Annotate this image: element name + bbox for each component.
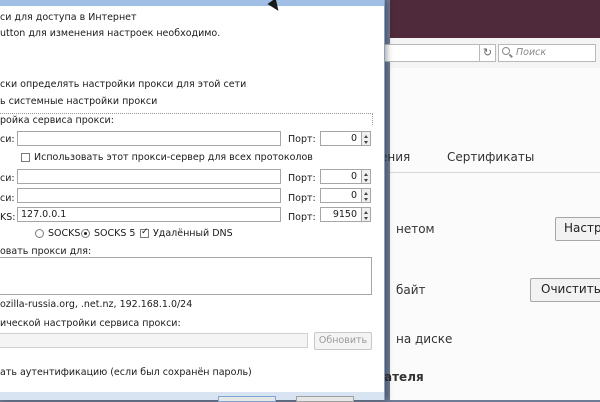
remote-dns-label[interactable]: Удалённый DNS xyxy=(153,228,233,239)
ssl-proxy-label: си: xyxy=(0,173,15,184)
manual-proxy-label[interactable]: ройка сервиса прокси: xyxy=(0,115,114,126)
no-proxy-textarea[interactable] xyxy=(0,257,372,295)
connection-description: нетом xyxy=(396,222,435,236)
browser-toolbar: ↻ Поиск xyxy=(384,38,600,69)
socks-host-input[interactable]: 127.0.0.1 xyxy=(17,207,281,222)
network-settings-button[interactable]: Настро xyxy=(555,217,600,241)
auto-config-url-input[interactable] xyxy=(0,333,308,348)
proxy-access-heading: си для доступа в Интернет xyxy=(0,12,137,23)
auto-detect-option[interactable]: ски определять настройки прокси для этой… xyxy=(0,79,246,90)
no-proxy-label: овать прокси для: xyxy=(0,246,92,257)
http-port-input[interactable]: 0 xyxy=(320,131,362,146)
reload-button[interactable]: ↻ xyxy=(480,44,496,62)
browser-window: ↻ Поиск ения Сертификаты нетом Настро ба… xyxy=(380,0,600,400)
url-bar[interactable] xyxy=(384,44,480,62)
ssl-proxy-input[interactable] xyxy=(17,169,281,184)
socks5-label[interactable]: SOCKS 5 xyxy=(94,228,135,239)
ssl-port-input[interactable]: 0 xyxy=(320,169,362,184)
ftp-port-spinner[interactable] xyxy=(362,188,371,203)
http-port-label: Порт: xyxy=(288,134,316,145)
system-proxy-option[interactable]: ь системные настройки прокси xyxy=(0,96,157,107)
ok-button[interactable] xyxy=(218,396,276,402)
cancel-button[interactable] xyxy=(296,396,354,402)
auto-config-label[interactable]: ической настройки сервиса прокси: xyxy=(0,318,181,329)
offline-storage-text: на диске xyxy=(396,332,453,346)
reload-icon: ↻ xyxy=(482,46,493,59)
proxy-hint-text: utton для изменения настроек необходимо. xyxy=(0,28,221,39)
tab-certificates[interactable]: Сертификаты xyxy=(447,150,534,164)
remote-dns-checkbox[interactable] xyxy=(140,227,149,238)
use-for-all-label[interactable]: Использовать этот прокси-сервер для всех… xyxy=(34,152,313,163)
socks-port-spinner[interactable] xyxy=(362,207,371,222)
dialog-titlebar xyxy=(0,0,384,6)
clear-cache-button[interactable]: Очистить се xyxy=(530,278,600,302)
ftp-port-input[interactable]: 0 xyxy=(320,188,362,203)
refresh-button[interactable]: Обновить xyxy=(314,332,372,350)
search-icon xyxy=(502,47,510,55)
http-proxy-input[interactable] xyxy=(17,131,281,146)
no-proxy-example: ozilla-russia.org, .net.nz, 192.168.1.0/… xyxy=(0,299,193,310)
socks-port-label: Порт: xyxy=(288,212,316,223)
ssl-port-spinner[interactable] xyxy=(362,169,371,184)
no-auth-prompt-label[interactable]: ать аутентификацию (если был сохранён па… xyxy=(0,367,252,378)
use-for-all-checkbox[interactable] xyxy=(21,153,30,162)
browser-titlebar xyxy=(390,0,600,38)
user-section-heading: ателя xyxy=(384,370,424,384)
socks5-radio[interactable] xyxy=(81,229,90,238)
socks-host-label: KS: xyxy=(0,212,16,223)
ftp-proxy-input[interactable] xyxy=(17,188,281,203)
socks4-radio[interactable] xyxy=(35,229,44,238)
cache-size-text: байт xyxy=(396,283,426,297)
search-placeholder: Поиск xyxy=(516,47,547,58)
ssl-port-label: Порт: xyxy=(288,173,316,184)
tab-divider xyxy=(390,172,600,173)
search-input[interactable]: Поиск xyxy=(498,44,596,62)
ftp-proxy-label: си: xyxy=(0,193,15,204)
http-port-spinner[interactable] xyxy=(362,131,371,146)
ftp-port-label: Порт: xyxy=(288,193,316,204)
http-proxy-label: си: xyxy=(0,134,15,145)
connection-settings-dialog: си для доступа в Интернет utton для изме… xyxy=(0,0,385,402)
socks-port-input[interactable]: 9150 xyxy=(320,207,362,222)
